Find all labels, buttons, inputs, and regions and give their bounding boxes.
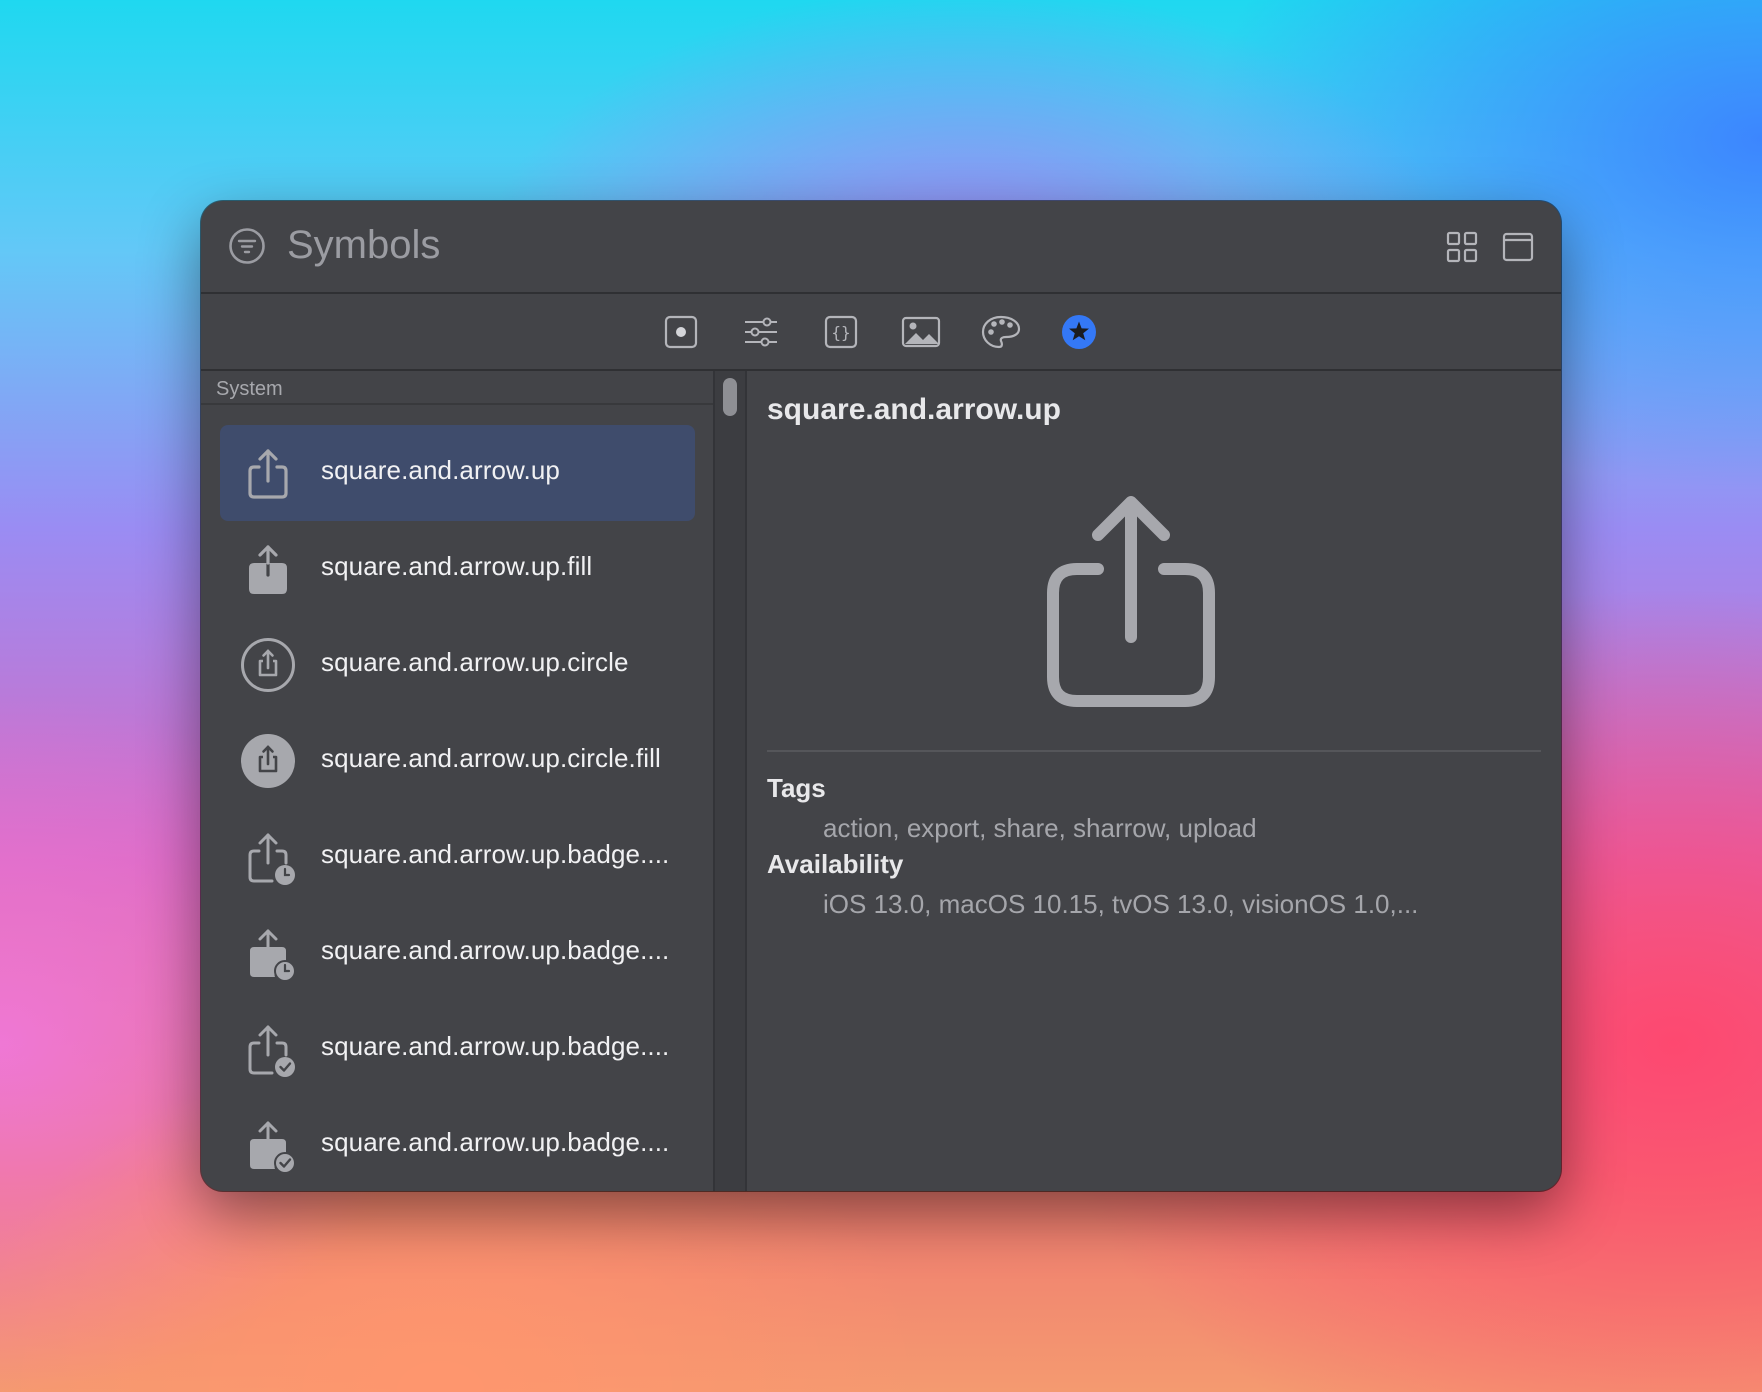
- filter-icon[interactable]: [228, 227, 266, 265]
- list-item-label: square.and.arrow.up: [321, 455, 560, 485]
- square-arrow-up-fill-badge-clock-icon: [250, 929, 296, 981]
- square-arrow-up-circle-fill-icon: [241, 734, 295, 788]
- square-arrow-up-badge-checkmark-icon: [248, 1025, 295, 1077]
- list-item-square-and-arrow-up-fill-badge-clock[interactable]: square.and.arrow.up.badge....: [220, 905, 695, 1001]
- availability-heading: Availability: [767, 849, 904, 879]
- square-arrow-up-fill-badge-checkmark-icon: [250, 1121, 296, 1173]
- list-item-label: square.and.arrow.up.badge....: [321, 935, 670, 965]
- braces-icon[interactable]: {}: [823, 314, 859, 350]
- square-arrow-up-icon: [248, 449, 288, 499]
- availability-value: iOS 13.0, macOS 10.15, tvOS 13.0, vision…: [823, 889, 1419, 919]
- list-item-label: square.and.arrow.up.badge....: [321, 839, 670, 869]
- palette-icon[interactable]: [981, 314, 1021, 350]
- list-item-square-and-arrow-up-badge-clock[interactable]: square.and.arrow.up.badge....: [220, 809, 695, 905]
- list-item-square-and-arrow-up-badge-checkmark[interactable]: square.and.arrow.up.badge....: [220, 1001, 695, 1097]
- section-header: System: [216, 378, 283, 400]
- section-divider: [201, 403, 713, 405]
- list-scrollbar[interactable]: [713, 371, 747, 1191]
- list-item-label: square.and.arrow.up.circle.fill: [321, 743, 661, 773]
- list-item-label: square.and.arrow.up.badge....: [321, 1031, 670, 1061]
- star-circle-icon[interactable]: [1061, 314, 1097, 350]
- list-item-square-and-arrow-up[interactable]: square.and.arrow.up: [220, 425, 695, 521]
- list-item-square-and-arrow-up-circle-fill[interactable]: square.and.arrow.up.circle.fill: [220, 713, 695, 809]
- symbol-list: square.and.arrow.up square.and.arrow.up.…: [220, 425, 695, 1191]
- symbols-window: Symbols {} System square.and.arrow.up sq…: [201, 201, 1561, 1191]
- list-item-square-and-arrow-up-circle[interactable]: square.and.arrow.up.circle: [220, 617, 695, 713]
- symbol-list-pane: System square.and.arrow.up square.and.ar…: [201, 371, 713, 1191]
- scrollbar-thumb[interactable]: [723, 378, 737, 416]
- list-item-label: square.and.arrow.up.fill: [321, 551, 593, 581]
- detail-divider: [767, 750, 1541, 752]
- grid-view-icon[interactable]: [1446, 231, 1478, 263]
- list-item-square-and-arrow-up-fill-badge-checkmark[interactable]: square.and.arrow.up.badge....: [220, 1097, 695, 1191]
- record-icon[interactable]: [663, 314, 699, 350]
- square-arrow-up-preview-icon: [1047, 496, 1215, 707]
- list-item-label: square.and.arrow.up.badge....: [321, 1127, 670, 1157]
- square-arrow-up-badge-clock-icon: [248, 833, 295, 885]
- symbol-detail-pane: square.and.arrow.up Tags action, export,…: [745, 371, 1561, 1191]
- window-layout-icon[interactable]: [1502, 231, 1534, 263]
- symbol-name-heading: square.and.arrow.up: [767, 393, 1061, 426]
- square-arrow-up-fill-icon: [249, 545, 287, 594]
- list-item-label: square.and.arrow.up.circle: [321, 647, 629, 677]
- tags-heading: Tags: [767, 773, 826, 803]
- window-title: Symbols: [287, 223, 441, 267]
- tags-value: action, export, share, sharrow, upload: [823, 813, 1257, 843]
- square-arrow-up-circle-icon: [241, 638, 295, 692]
- list-item-square-and-arrow-up-fill[interactable]: square.and.arrow.up.fill: [220, 521, 695, 617]
- svg-text:{}: {}: [831, 323, 850, 342]
- sliders-icon[interactable]: [743, 314, 779, 350]
- title-bar: Symbols: [201, 201, 1561, 294]
- photo-icon[interactable]: [901, 314, 941, 350]
- inspector-toolbar: {}: [201, 294, 1561, 371]
